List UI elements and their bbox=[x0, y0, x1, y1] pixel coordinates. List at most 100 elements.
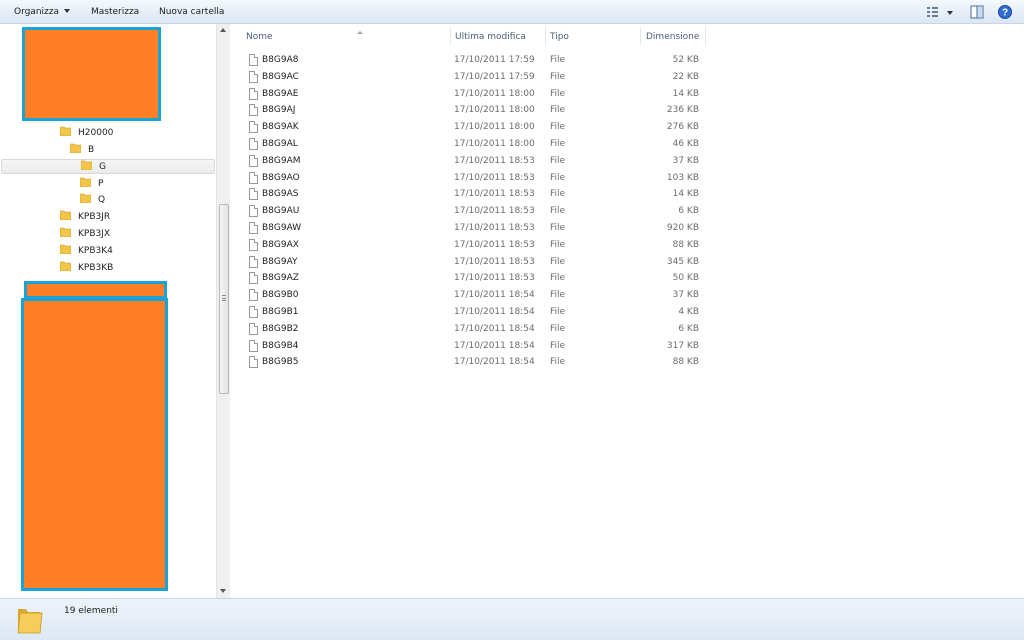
details-pane: 19 elementi bbox=[0, 598, 1024, 640]
preview-pane-button[interactable] bbox=[970, 5, 984, 19]
file-modified: 17/10/2011 18:54 bbox=[454, 290, 535, 301]
column-header-name[interactable]: Nome bbox=[246, 30, 450, 46]
file-modified: 17/10/2011 18:53 bbox=[454, 256, 535, 267]
file-row[interactable]: B8G9A8 17/10/2011 17:59 File 52 KB bbox=[245, 52, 715, 68]
file-row[interactable]: B8G9B0 17/10/2011 18:54 File 37 KB bbox=[245, 287, 715, 303]
file-modified: 17/10/2011 18:53 bbox=[454, 273, 535, 284]
file-icon bbox=[249, 255, 258, 268]
tree-item-kpb3k4[interactable]: KPB3K4 bbox=[60, 244, 113, 259]
column-divider[interactable] bbox=[705, 27, 706, 45]
file-modified: 17/10/2011 18:53 bbox=[454, 239, 535, 250]
tree-item-g[interactable]: G bbox=[1, 159, 215, 174]
help-button[interactable]: ? bbox=[998, 5, 1012, 19]
file-row[interactable]: B8G9AZ 17/10/2011 18:53 File 50 KB bbox=[245, 270, 715, 286]
organize-button[interactable]: Organizza bbox=[14, 6, 71, 19]
new-folder-button[interactable]: Nuova cartella bbox=[159, 6, 224, 19]
file-row[interactable]: B8G9AS 17/10/2011 18:53 File 14 KB bbox=[245, 186, 715, 202]
file-type: File bbox=[550, 172, 566, 183]
file-row[interactable]: B8G9AO 17/10/2011 18:53 File 103 KB bbox=[245, 170, 715, 186]
column-header-type[interactable]: Tipo bbox=[550, 30, 640, 46]
tree-item-p[interactable]: P bbox=[80, 177, 103, 192]
grip-icon bbox=[222, 295, 226, 301]
file-type: File bbox=[550, 206, 566, 217]
file-row[interactable]: B8G9AM 17/10/2011 18:53 File 37 KB bbox=[245, 153, 715, 169]
column-header-size[interactable]: Dimensione bbox=[646, 30, 706, 46]
view-options-icon bbox=[927, 7, 953, 17]
file-type: File bbox=[550, 139, 566, 149]
file-row[interactable]: B8G9AL 17/10/2011 18:00 File 46 KB bbox=[245, 136, 715, 152]
tree-item-label: P bbox=[98, 179, 104, 189]
chevron-down-icon bbox=[64, 9, 71, 13]
file-icon bbox=[249, 339, 258, 352]
file-type: File bbox=[550, 189, 566, 200]
file-size: 236 KB bbox=[666, 105, 699, 116]
tree-item-label: Q bbox=[98, 195, 106, 205]
column-divider[interactable] bbox=[545, 27, 546, 45]
file-row[interactable]: B8G9AY 17/10/2011 18:53 File 345 KB bbox=[245, 254, 715, 270]
folder-icon bbox=[81, 160, 92, 170]
tree-item-kpb3jx[interactable]: KPB3JX bbox=[60, 227, 110, 242]
tree-item-kpb3kb[interactable]: KPB3KB bbox=[60, 261, 113, 276]
tree-item-h20000[interactable]: H20000 bbox=[60, 126, 113, 141]
file-icon bbox=[249, 205, 258, 218]
scrollbar-thumb[interactable] bbox=[219, 204, 229, 394]
file-size: 920 KB bbox=[666, 223, 699, 233]
file-size: 88 KB bbox=[672, 357, 699, 368]
file-row[interactable]: B8G9B2 17/10/2011 18:54 File 6 KB bbox=[245, 321, 715, 337]
folder-icon bbox=[60, 244, 71, 254]
file-row[interactable]: B8G9AC 17/10/2011 17:59 File 22 KB bbox=[245, 69, 715, 85]
file-row[interactable]: B8G9AU 17/10/2011 18:53 File 6 KB bbox=[245, 203, 715, 219]
file-size: 50 KB bbox=[672, 273, 699, 284]
file-row[interactable]: B8G9AK 17/10/2011 18:00 File 276 KB bbox=[245, 119, 715, 135]
file-type: File bbox=[550, 55, 566, 65]
file-name: B8G9B5 bbox=[262, 357, 299, 368]
file-modified: 17/10/2011 18:53 bbox=[454, 155, 535, 166]
nav-scrollbar[interactable] bbox=[216, 24, 230, 598]
folder-large-icon bbox=[17, 609, 43, 634]
file-size: 14 KB bbox=[672, 189, 699, 200]
tree-item-b[interactable]: B bbox=[70, 143, 94, 158]
column-divider[interactable] bbox=[450, 27, 451, 45]
folder-icon bbox=[60, 261, 71, 271]
column-header-modified[interactable]: Ultima modifica bbox=[455, 30, 545, 46]
file-row[interactable]: B8G9AJ 17/10/2011 18:00 File 236 KB bbox=[245, 102, 715, 118]
file-modified: 17/10/2011 18:54 bbox=[454, 340, 535, 351]
file-icon bbox=[249, 54, 258, 66]
file-type: File bbox=[550, 273, 566, 284]
file-modified: 17/10/2011 18:53 bbox=[454, 172, 535, 183]
file-row[interactable]: B8G9AW 17/10/2011 18:53 File 920 KB bbox=[245, 220, 715, 236]
file-name: B8G9AL bbox=[262, 139, 298, 149]
file-icon bbox=[249, 121, 258, 134]
file-icon bbox=[249, 87, 258, 100]
file-modified: 17/10/2011 18:54 bbox=[454, 323, 535, 334]
column-divider[interactable] bbox=[640, 27, 641, 45]
file-type: File bbox=[550, 340, 566, 351]
tree-item-kpb3jr[interactable]: KPB3JR bbox=[60, 210, 110, 225]
file-icon bbox=[249, 272, 258, 285]
file-row[interactable]: B8G9AX 17/10/2011 18:53 File 88 KB bbox=[245, 237, 715, 253]
tree-item-q[interactable]: Q bbox=[80, 193, 105, 208]
burn-button[interactable]: Masterizza bbox=[91, 6, 139, 19]
scroll-down-icon[interactable] bbox=[220, 589, 226, 593]
file-row[interactable]: B8G9AE 17/10/2011 18:00 File 14 KB bbox=[245, 86, 715, 102]
file-row[interactable]: B8G9B5 17/10/2011 18:54 File 88 KB bbox=[245, 354, 715, 370]
file-row[interactable]: B8G9B1 17/10/2011 18:54 File 4 KB bbox=[245, 304, 715, 320]
file-modified: 17/10/2011 18:54 bbox=[454, 357, 535, 368]
folder-icon bbox=[80, 177, 91, 187]
file-modified: 17/10/2011 18:00 bbox=[454, 122, 535, 133]
view-options-button[interactable] bbox=[926, 5, 954, 19]
file-row[interactable]: B8G9B4 17/10/2011 18:54 File 317 KB bbox=[245, 338, 715, 354]
file-icon bbox=[249, 289, 258, 302]
folder-icon bbox=[60, 227, 71, 237]
scroll-up-icon[interactable] bbox=[220, 28, 226, 32]
file-name: B8G9B0 bbox=[262, 290, 299, 301]
file-name: B8G9AK bbox=[262, 122, 299, 133]
file-modified: 17/10/2011 18:53 bbox=[454, 189, 535, 200]
file-type: File bbox=[550, 155, 566, 166]
file-size: 6 KB bbox=[678, 206, 699, 217]
file-size: 52 KB bbox=[672, 55, 699, 65]
file-size: 37 KB bbox=[672, 155, 699, 166]
file-modified: 17/10/2011 18:53 bbox=[454, 206, 535, 217]
file-size: 22 KB bbox=[672, 71, 699, 82]
file-type: File bbox=[550, 223, 566, 233]
